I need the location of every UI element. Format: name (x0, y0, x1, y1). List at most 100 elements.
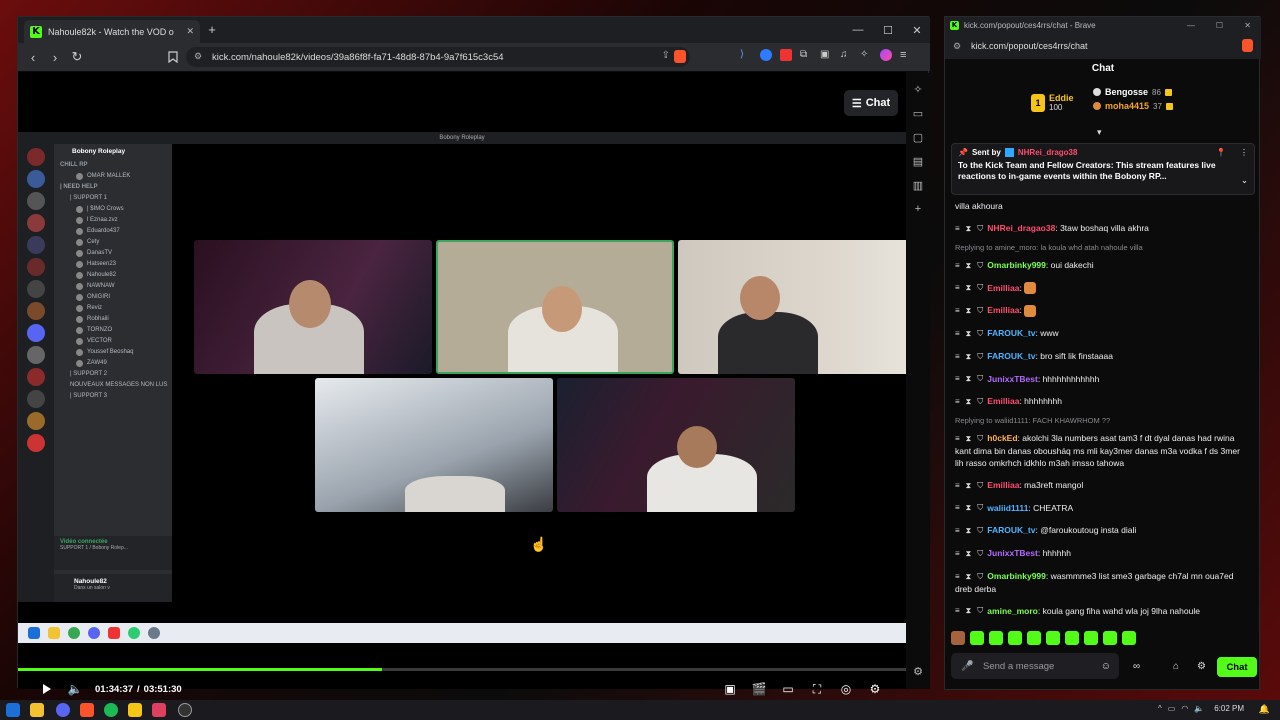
voice-user[interactable]: Nahoule82 (54, 270, 172, 281)
expand-pinned-icon[interactable]: ⌄ (1241, 175, 1248, 186)
server-icon[interactable] (27, 412, 45, 430)
leaderboard-collapse-icon[interactable]: ▾ (1097, 127, 1102, 138)
miniplayer-icon[interactable]: ▣ (721, 680, 739, 698)
server-icon[interactable] (27, 148, 45, 166)
message-username[interactable]: Omarbinky999 (987, 260, 1046, 270)
chevron-up-icon[interactable]: ^ (1158, 704, 1162, 713)
forward-icon[interactable]: › (44, 46, 66, 68)
bookmark-icon[interactable] (162, 46, 184, 68)
app-icon[interactable] (128, 703, 142, 717)
voice-user[interactable]: NAWNAW (54, 281, 172, 292)
webcam-tile[interactable] (557, 378, 795, 512)
message-username[interactable]: Emilliaa (987, 396, 1019, 406)
message-username[interactable]: amine_moro (987, 606, 1038, 616)
screenshot-icon[interactable]: ▣ (820, 49, 832, 61)
voice-user[interactable]: Eduardo437 (54, 226, 172, 237)
clip-icon[interactable]: 🎬 (750, 680, 768, 698)
unpin-icon[interactable]: 📍 (1216, 148, 1226, 157)
message-username[interactable]: FAROUK_tv (987, 525, 1035, 535)
emoji-icon[interactable]: ☺ (1101, 661, 1111, 672)
channel-item[interactable]: | NEED HELP (54, 182, 172, 193)
message-username[interactable]: NHRei_dragao38 (987, 223, 1055, 233)
chat-store-icon[interactable]: ⌂ (1173, 661, 1179, 672)
server-icon[interactable] (27, 280, 45, 298)
server-icon[interactable] (27, 390, 45, 408)
server-icon[interactable] (27, 434, 45, 452)
chat-message[interactable]: ≡ ⧗ ⛉ amine_moro: koula gang fiha wahd wla … (951, 600, 1251, 623)
bookmarks-sidebar-icon[interactable]: ▤ (906, 149, 930, 173)
reload-icon[interactable]: ↻ (66, 46, 88, 68)
extension-blue-icon[interactable] (760, 49, 772, 61)
share-icon[interactable]: ⇪ (662, 50, 670, 61)
wallet-icon[interactable] (880, 49, 892, 61)
extensions-icon[interactable]: ⧉ (800, 49, 812, 61)
maximize-button[interactable]: ☐ (873, 17, 903, 43)
chat-message[interactable]: ≡ ⧗ ⛉ Omarbinky999: wasmmme3 list sme3 garb… (951, 565, 1251, 600)
emote-icon[interactable] (1027, 631, 1041, 645)
speed-icon[interactable]: ◎ (837, 680, 855, 698)
message-username[interactable]: Omarbinky999 (987, 571, 1046, 581)
leo-ai-icon[interactable]: ✧ (906, 77, 930, 101)
site-settings-icon[interactable]: ⚙ (953, 41, 961, 52)
voice-user[interactable]: | $IMO Crows (54, 204, 172, 215)
message-username[interactable]: Emilliaa (987, 305, 1019, 315)
emote-icon[interactable] (1065, 631, 1079, 645)
network-icon[interactable]: ◠ (1181, 704, 1188, 713)
chat-message[interactable]: ≡ ⧗ ⛉ Emilliaa: hhhhhhhh (951, 390, 1251, 413)
emote-icon[interactable] (1008, 631, 1022, 645)
chat-message[interactable]: ≡ ⧗ ⛉ Omarbinky999: oui dakechi (951, 254, 1251, 277)
chat-users-icon[interactable]: ∞ (1133, 661, 1140, 672)
server-icon[interactable] (27, 368, 45, 386)
webcam-tile-active[interactable] (436, 240, 674, 374)
site-settings-icon[interactable]: ⚙ (194, 51, 202, 62)
voice-user[interactable]: ONIGIRI (54, 292, 172, 303)
chat-message[interactable]: ≡ ⧗ ⛉ waliid1111: CHEATRA (951, 497, 1251, 520)
webcam-tile[interactable] (194, 240, 432, 374)
chat-message[interactable]: ≡ ⧗ ⛉ FAROUK_tv: bro sift lik finstaaaa (951, 345, 1251, 368)
chat-message[interactable]: ≡ ⧗ ⛉ h0ckEd: akolchi 3la numbers asat tam3… (951, 427, 1251, 474)
message-username[interactable]: FAROUK_tv (987, 351, 1035, 361)
server-icon[interactable] (27, 346, 45, 364)
chat-message[interactable]: ≡ ⧗ ⛉ FAROUK_tv: www (951, 322, 1251, 345)
minimize-button[interactable]: — (843, 17, 873, 43)
voice-user[interactable]: Reviz (54, 303, 172, 314)
new-tab-button[interactable]: + (204, 22, 220, 38)
chat-message[interactable]: ≡ ⧗ ⛉ FAROUK_tv: @faroukoutoug insta diali (951, 519, 1251, 542)
minimize-button[interactable]: — (1187, 21, 1195, 30)
chat-message[interactable]: ≡ ⧗ ⛉ Emilliaa: (951, 277, 1251, 300)
app-icon[interactable] (152, 703, 166, 717)
emote-icon[interactable] (1103, 631, 1117, 645)
url-field[interactable]: ⚙ kick.com/nahoule82k/videos/39a86f8f-fa… (186, 47, 690, 67)
back-icon[interactable]: ‹ (22, 46, 44, 68)
voice-user[interactable]: TORNZO (54, 325, 172, 336)
emote-icon[interactable] (1046, 631, 1060, 645)
reply-context[interactable]: Replying to amine_moro: la koula whd ata… (951, 240, 1251, 254)
volume-icon[interactable]: 🔈 (1194, 704, 1204, 713)
file-explorer-icon[interactable] (30, 703, 44, 717)
maximize-button[interactable]: ☐ (1216, 21, 1223, 30)
discord-icon[interactable] (56, 703, 70, 717)
server-icon[interactable] (27, 302, 45, 320)
voice-user[interactable]: Youssef Beoshaq (54, 347, 172, 358)
server-icon[interactable] (27, 324, 45, 342)
chat-message[interactable]: ≡ ⧗ ⛉ Emilliaa: (951, 299, 1251, 322)
voice-user[interactable]: Robhaili (54, 314, 172, 325)
music-icon[interactable]: ♫ (840, 49, 852, 61)
voice-user[interactable]: DanasTV (54, 248, 172, 259)
server-icon[interactable] (27, 170, 45, 188)
message-username[interactable]: waliid1111 (987, 503, 1028, 513)
extension-red-icon[interactable] (780, 49, 792, 61)
chat-send-button[interactable]: Chat (1217, 657, 1257, 677)
chat-message[interactable]: ≡ ⧗ ⛉ JunixxTBest: hhhhhhhhhhhh (951, 368, 1251, 391)
server-icon[interactable] (27, 192, 45, 210)
emote-icon[interactable] (951, 631, 965, 645)
volume-icon[interactable]: 🔈 (66, 680, 84, 698)
chat-message[interactable]: villa akhoura (951, 195, 1251, 217)
emote-icon[interactable] (1122, 631, 1136, 645)
chat-address-bar[interactable]: ⚙ kick.com/popout/ces4rrs/chat (945, 33, 1261, 59)
server-icon[interactable] (27, 214, 45, 232)
channel-item[interactable]: NOUVEAUX MESSAGES NON LUS (54, 380, 172, 391)
channel-item[interactable]: | SUPPORT 1 (54, 193, 172, 204)
chat-message[interactable]: ≡ ⧗ ⛉ Emilliaa: ma3reft mangol (951, 474, 1251, 497)
voice-user[interactable]: VECTOR (54, 336, 172, 347)
